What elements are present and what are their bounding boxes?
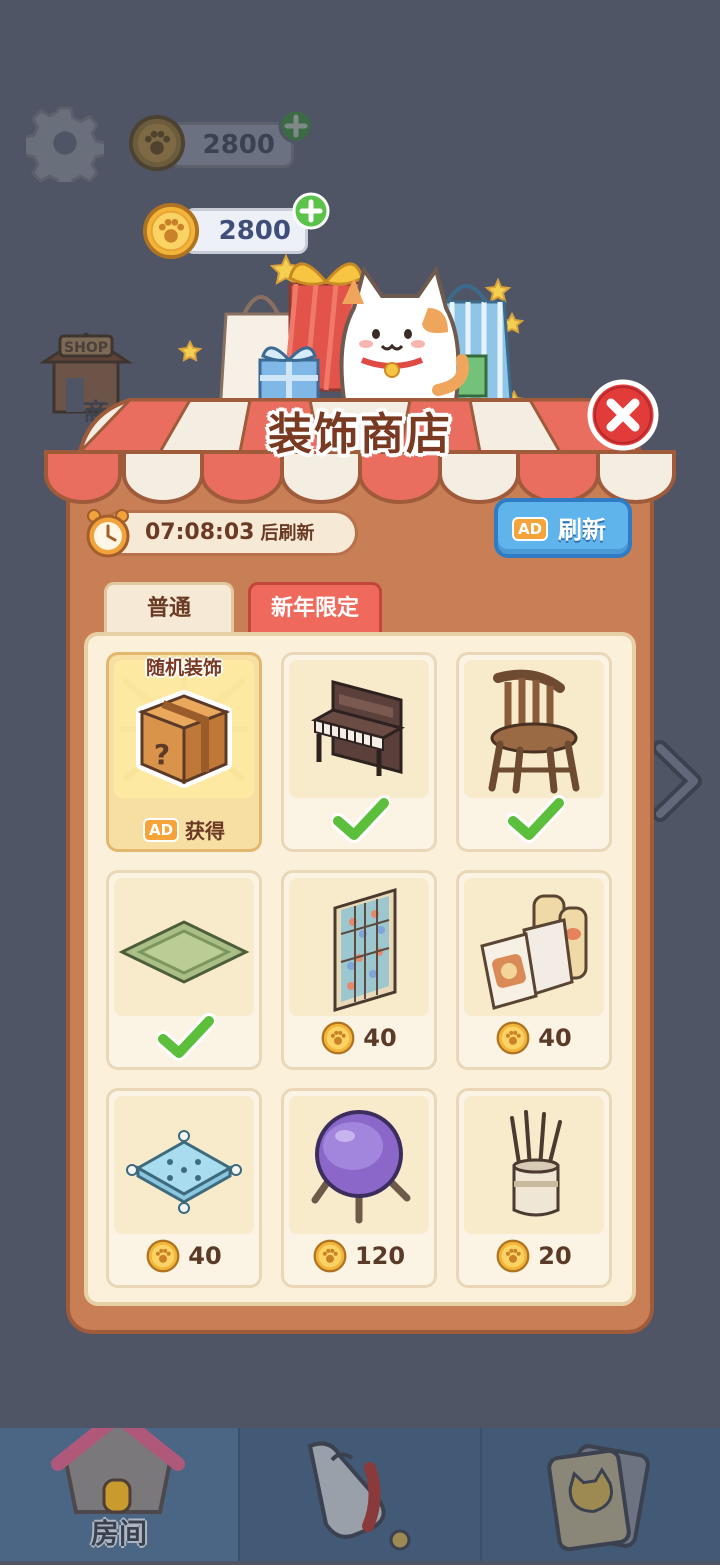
timer-suffix: 后刷新	[260, 523, 315, 544]
price-value: 40	[363, 1024, 397, 1052]
green-rug-item[interactable]	[106, 870, 262, 1070]
snack-bags-item[interactable]: 40	[456, 870, 612, 1070]
nav-cat-cards-tab[interactable]	[482, 1428, 720, 1561]
price-tag: 120	[284, 1239, 434, 1285]
owned-check-icon	[155, 1013, 217, 1063]
price-tag: 40	[284, 1021, 434, 1067]
purple-ball-chair-icon	[311, 1110, 411, 1224]
wooden-chair-icon	[488, 669, 580, 794]
item-art	[289, 660, 429, 798]
price-value: 20	[538, 1242, 572, 1270]
cat-card-icon	[547, 1444, 650, 1552]
refresh-label: 刷新	[558, 516, 606, 544]
random-decoration-label: 随机装饰	[145, 657, 222, 679]
price-value: 40	[188, 1242, 222, 1270]
svg-text:?: ?	[154, 738, 170, 771]
item-art: ?	[114, 660, 254, 798]
price-tag: 40	[109, 1239, 259, 1285]
paw-coin-icon	[321, 1021, 355, 1055]
blue-cushion-item[interactable]: 40	[106, 1088, 262, 1288]
stained-glass-window-icon	[333, 887, 397, 1013]
piano-item[interactable]	[281, 652, 437, 852]
paw-coin-icon	[496, 1021, 530, 1055]
tab-new-year-limited[interactable]: 新年限定	[248, 582, 382, 632]
price-value: 40	[538, 1024, 572, 1052]
nav-room-tab[interactable]: 房间	[0, 1428, 238, 1561]
item-art	[464, 878, 604, 1016]
close-button[interactable]	[586, 378, 660, 452]
stained-glass-window-item[interactable]: 40	[281, 870, 437, 1070]
ad-refresh-button[interactable]: AD 刷新	[494, 498, 632, 558]
close-icon	[587, 379, 659, 451]
nav-room-label: 房间	[90, 1517, 147, 1550]
green-rug-icon	[118, 920, 250, 984]
mystery-box-icon: ?	[119, 665, 249, 788]
item-art	[464, 660, 604, 798]
item-art	[289, 1096, 429, 1234]
owned-check-icon	[330, 795, 392, 845]
price-tag: 40	[459, 1021, 609, 1067]
refresh-timer: 07:08:03 后刷新	[100, 510, 358, 556]
background-coin-counter: 2800	[170, 122, 294, 168]
tab-normal[interactable]: 普通	[104, 582, 234, 632]
price-value: 120	[354, 1242, 406, 1270]
paw-coin-icon	[146, 1239, 180, 1273]
settings-gear-icon[interactable]	[22, 104, 108, 192]
item-art	[114, 878, 254, 1016]
purple-ball-chair-item[interactable]: 120	[281, 1088, 437, 1288]
shop-title: 装饰商店	[268, 409, 452, 460]
ad-video-icon: AD	[512, 517, 549, 541]
paw-coin-icon	[313, 1239, 347, 1273]
wooden-chair-item[interactable]	[456, 652, 612, 852]
background-add-coins-icon	[278, 108, 314, 144]
owned-check-icon	[505, 795, 567, 845]
random-decoration-item[interactable]: ? 随机装饰 AD 获得	[106, 652, 262, 852]
timer-countdown: 07:08:03	[145, 520, 255, 545]
blue-cushion-icon	[126, 1130, 242, 1214]
background-paw-coin-icon	[128, 114, 186, 172]
ad-video-icon: AD	[142, 817, 180, 842]
shop-sign-text: SHOP	[64, 340, 108, 356]
incense-diffuser-icon	[510, 1110, 562, 1217]
nav-cat-toy-tab[interactable]	[240, 1428, 480, 1561]
item-art	[464, 1096, 604, 1234]
snack-bags-icon	[480, 894, 588, 1010]
add-coins-button[interactable]	[292, 192, 330, 230]
piano-icon	[311, 680, 405, 776]
item-art	[289, 878, 429, 1016]
coin-counter: 2800	[184, 208, 308, 254]
item-art	[114, 1096, 254, 1234]
alarm-clock-icon	[82, 506, 134, 560]
ad-get-action: AD 获得	[109, 815, 259, 844]
cat-wand-toy-icon	[307, 1441, 411, 1551]
next-page-arrow-icon[interactable]	[650, 740, 702, 822]
paw-coin-icon	[496, 1239, 530, 1273]
incense-diffuser-item[interactable]: 20	[456, 1088, 612, 1288]
price-tag: 20	[459, 1239, 609, 1285]
get-label: 获得	[185, 819, 226, 843]
